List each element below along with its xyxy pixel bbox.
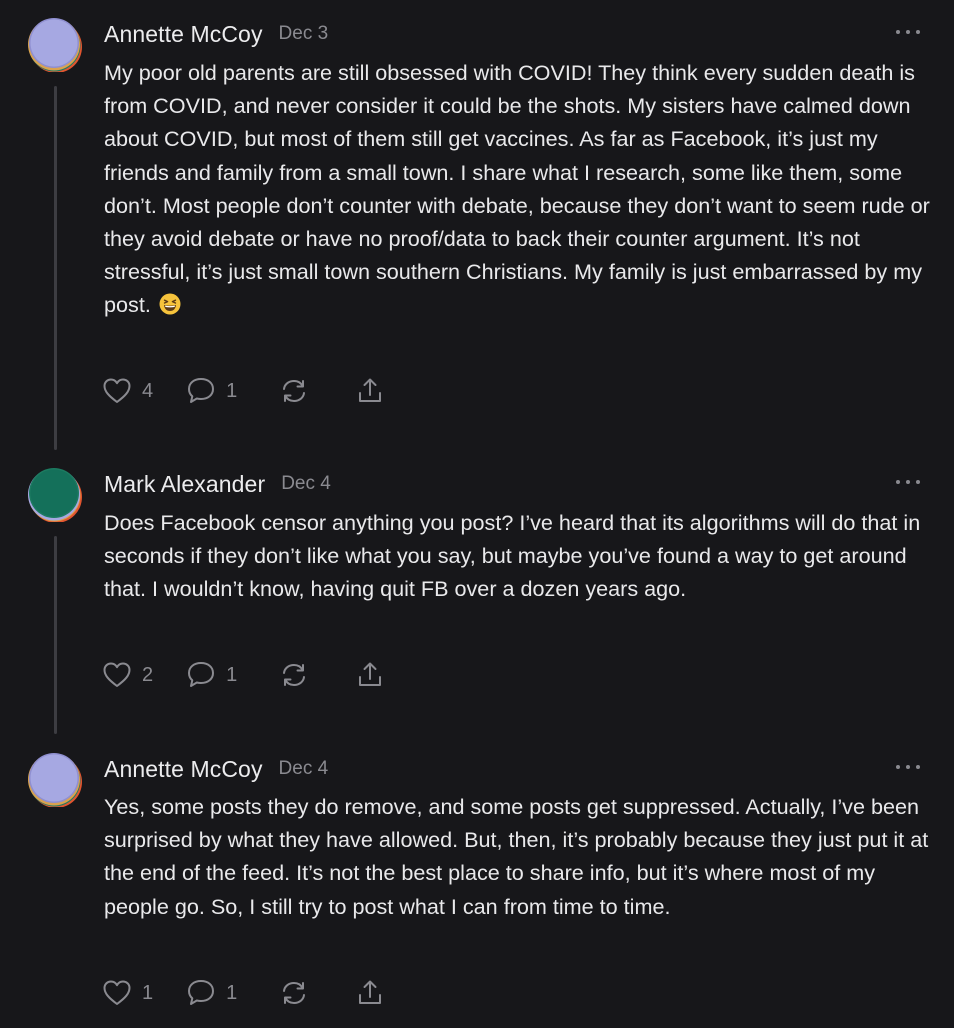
comment-body: Yes, some posts they do remove, and some… (104, 790, 930, 923)
heart-icon (103, 980, 131, 1005)
annette-avatar (28, 753, 82, 807)
share-button[interactable] (355, 978, 385, 1008)
reply-count: 1 (226, 379, 238, 402)
author-name[interactable]: Mark Alexander (104, 471, 265, 498)
reply-button[interactable]: 1 (186, 376, 237, 406)
comment-actions: 4 1 (102, 375, 385, 407)
share-button[interactable] (355, 376, 385, 406)
restack-icon (283, 380, 306, 402)
restack-button[interactable] (279, 376, 309, 406)
share-icon (359, 662, 382, 686)
speech-bubble-icon (188, 662, 215, 687)
avatar[interactable] (27, 751, 83, 807)
comment-header: Annette McCoy Dec 3 (104, 16, 328, 52)
comment-actions: 2 1 (102, 659, 385, 691)
speech-bubble-icon (188, 378, 215, 403)
comment-actions: 1 1 (102, 977, 385, 1009)
reply-button[interactable]: 1 (186, 660, 237, 690)
share-icon (359, 378, 382, 402)
comment: Annette McCoy Dec 4 Yes, some posts they… (0, 751, 954, 1021)
share-icon (359, 980, 382, 1004)
restack-button[interactable] (279, 978, 309, 1008)
reply-button[interactable]: 1 (186, 978, 237, 1008)
avatar[interactable] (27, 466, 83, 522)
grinning-squinting-face-emoji (159, 291, 181, 315)
more-options-icon[interactable] (896, 759, 920, 775)
comment-body: My poor old parents are still obsessed w… (104, 56, 930, 322)
comment-date[interactable]: Dec 4 (281, 473, 331, 495)
comment-date[interactable]: Dec 3 (279, 23, 329, 45)
comment-header: Mark Alexander Dec 4 (104, 466, 331, 502)
heart-icon (103, 662, 131, 687)
comment-text: My poor old parents are still obsessed w… (104, 60, 930, 318)
annette-avatar (28, 18, 82, 72)
comment-text: Yes, some posts they do remove, and some… (104, 794, 929, 919)
like-button[interactable]: 2 (102, 661, 153, 689)
share-button[interactable] (355, 660, 385, 690)
comment-text: Does Facebook censor anything you post? … (104, 510, 921, 602)
comment-body: Does Facebook censor anything you post? … (104, 506, 930, 606)
comment: Annette McCoy Dec 3 My poor old parents … (0, 16, 954, 416)
mark-avatar (28, 468, 82, 522)
heart-icon (103, 378, 131, 403)
reply-count: 1 (226, 981, 238, 1004)
like-button[interactable]: 4 (102, 377, 153, 405)
avatar[interactable] (27, 16, 83, 72)
reply-count: 1 (226, 663, 238, 686)
restack-button[interactable] (279, 660, 309, 690)
restack-icon (283, 664, 306, 686)
comment-date[interactable]: Dec 4 (279, 758, 329, 780)
comment: Mark Alexander Dec 4 Does Facebook censo… (0, 466, 954, 696)
comment-header: Annette McCoy Dec 4 (104, 751, 328, 787)
speech-bubble-icon (188, 980, 215, 1005)
like-count: 1 (142, 981, 154, 1004)
like-button[interactable]: 1 (102, 979, 153, 1007)
restack-icon (283, 982, 306, 1004)
more-options-icon[interactable] (896, 24, 920, 40)
author-name[interactable]: Annette McCoy (104, 21, 263, 48)
more-options-icon[interactable] (896, 474, 920, 490)
like-count: 4 (142, 379, 154, 402)
author-name[interactable]: Annette McCoy (104, 756, 263, 783)
like-count: 2 (142, 663, 154, 686)
